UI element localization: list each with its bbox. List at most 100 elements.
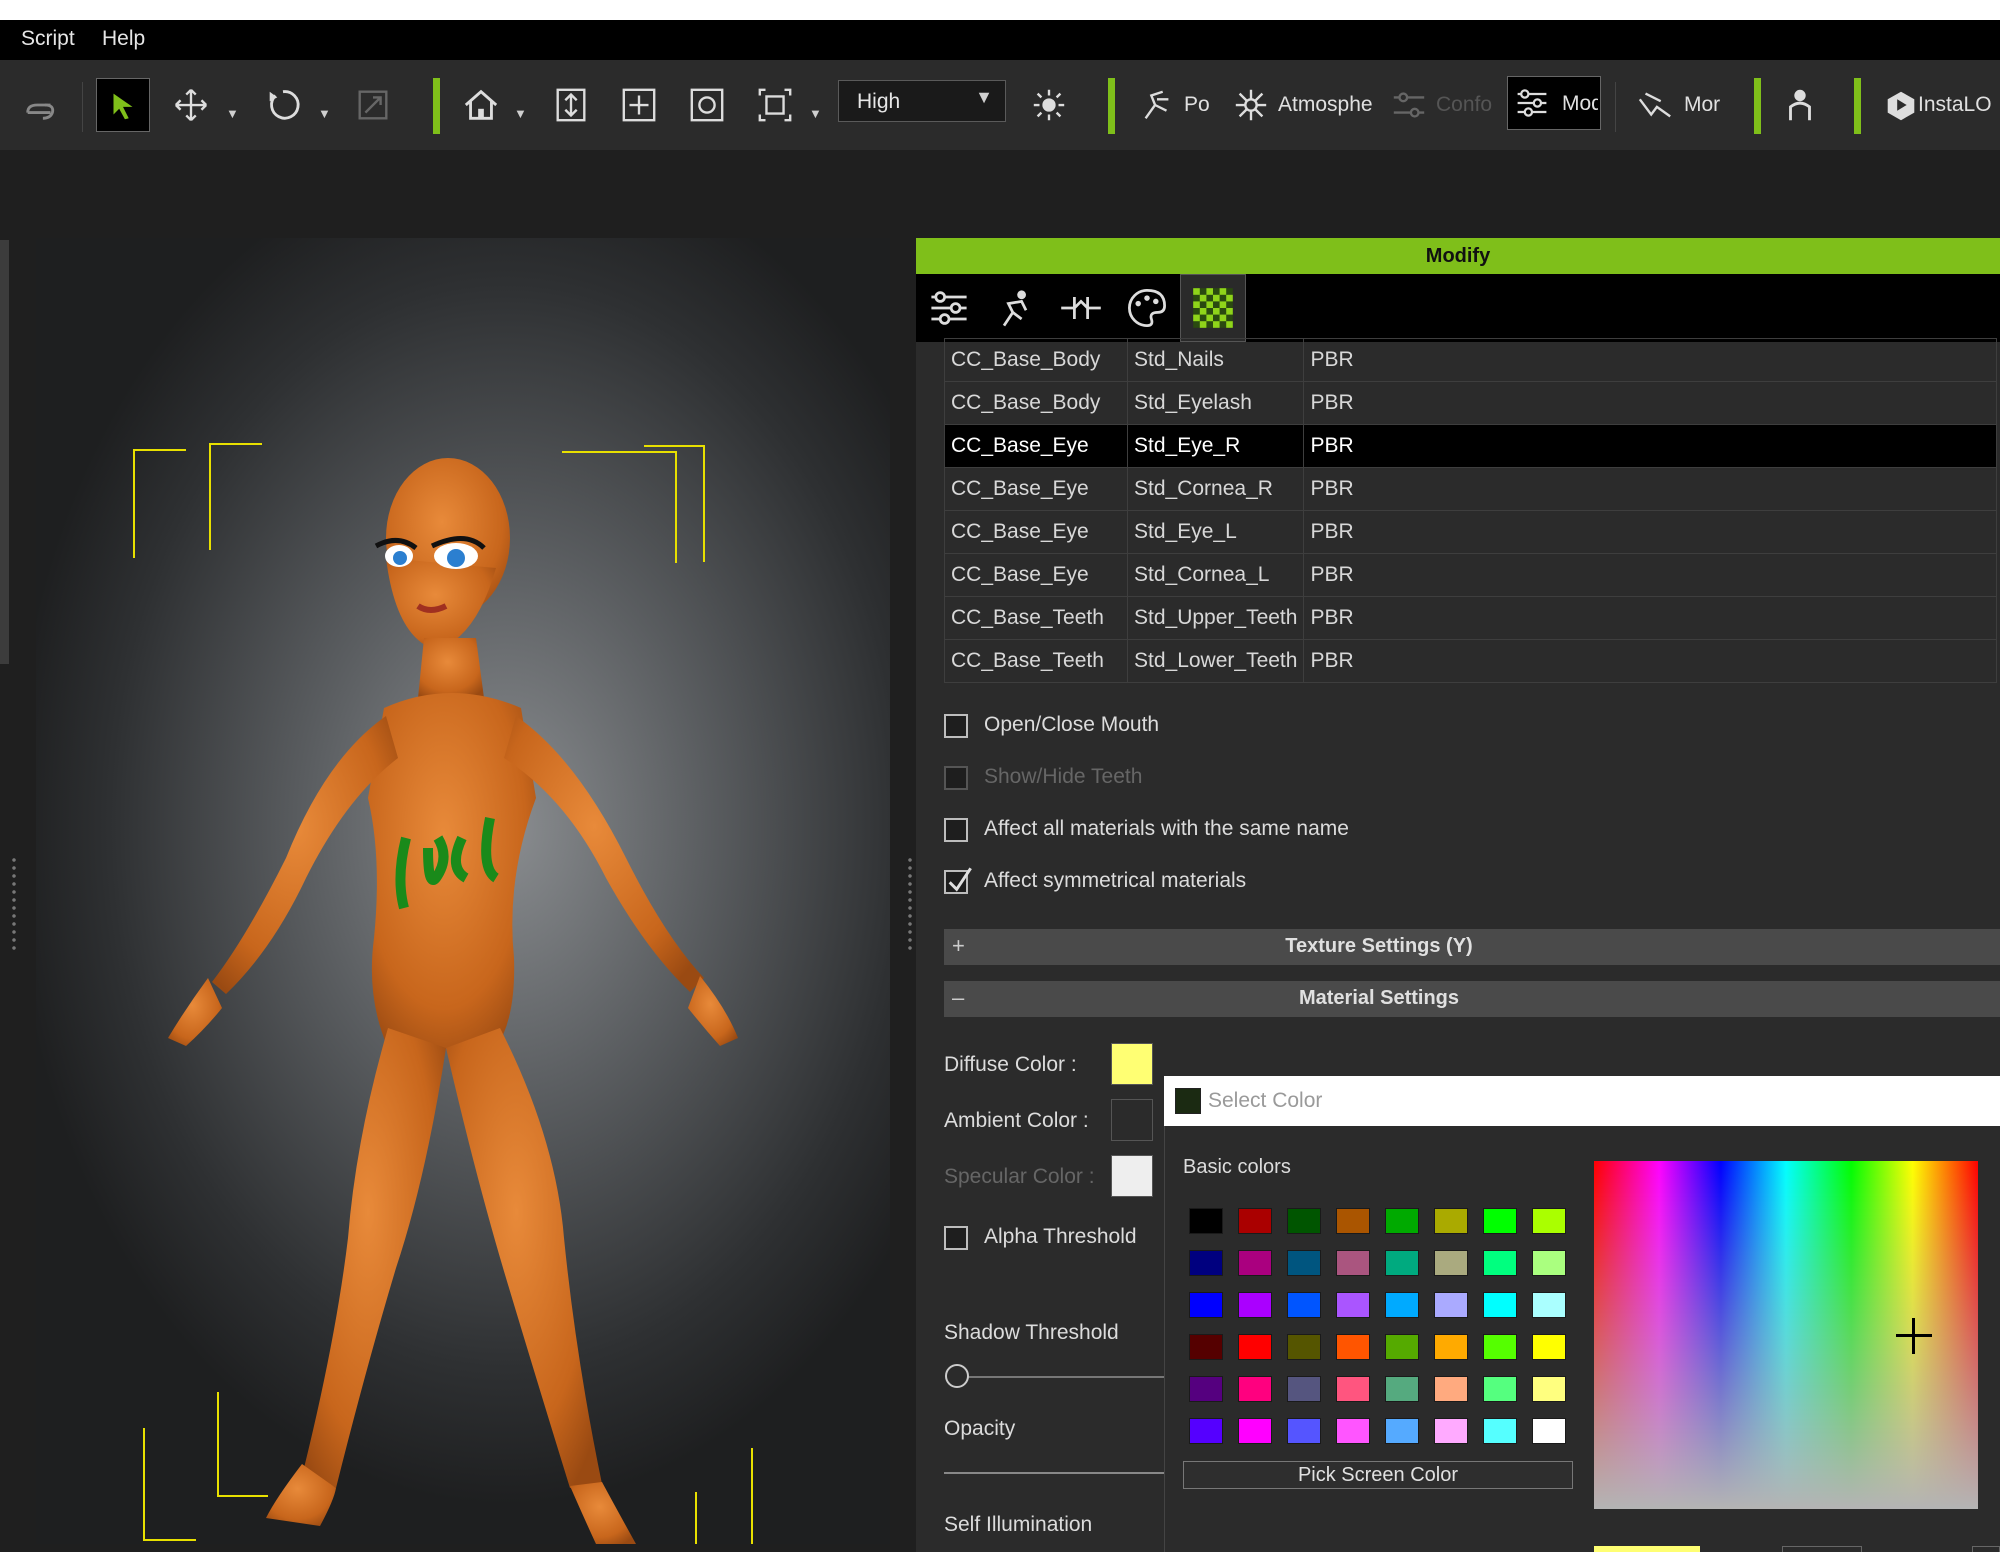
basic-color-swatch[interactable] [1336, 1376, 1370, 1402]
basic-color-swatch[interactable] [1385, 1292, 1419, 1318]
character-icon[interactable] [1777, 82, 1823, 128]
basic-color-swatch[interactable] [1434, 1376, 1468, 1402]
table-row[interactable]: CC_Base_Body Std_Eyelash PBR [944, 381, 1998, 425]
basic-color-swatch[interactable] [1189, 1334, 1223, 1360]
basic-color-swatch[interactable] [1483, 1376, 1517, 1402]
basic-color-swatch[interactable] [1434, 1250, 1468, 1276]
basic-color-swatch[interactable] [1336, 1418, 1370, 1444]
instalod-label[interactable]: InstaLO [1918, 93, 2000, 117]
tab-motion[interactable] [982, 274, 1048, 342]
light-icon[interactable] [1026, 82, 1072, 128]
basic-color-swatch[interactable] [1483, 1418, 1517, 1444]
basic-color-swatch[interactable] [1434, 1208, 1468, 1234]
basic-color-swatch[interactable] [1238, 1208, 1272, 1234]
basic-color-swatch[interactable] [1238, 1376, 1272, 1402]
tab-appearance[interactable] [1114, 274, 1180, 342]
basic-color-swatch[interactable] [1189, 1208, 1223, 1234]
basic-color-swatch[interactable] [1336, 1334, 1370, 1360]
basic-color-swatch[interactable] [1189, 1250, 1223, 1276]
pose-icon[interactable] [1134, 82, 1180, 128]
basic-color-swatch[interactable] [1385, 1250, 1419, 1276]
basic-color-swatch[interactable] [1336, 1250, 1370, 1276]
hue-field[interactable] [1782, 1546, 1862, 1552]
select-color-titlebar[interactable]: Select Color [1164, 1076, 2000, 1126]
basic-color-swatch[interactable] [1287, 1250, 1321, 1276]
redo-icon[interactable] [18, 82, 64, 128]
atmosphere-icon[interactable] [1228, 82, 1274, 128]
viewport-splitter-left[interactable] [12, 856, 16, 952]
menu-script[interactable]: Script [21, 27, 75, 51]
diffuse-color-swatch[interactable] [1111, 1043, 1153, 1085]
basic-color-swatch[interactable] [1532, 1250, 1566, 1276]
3d-viewport[interactable] [36, 238, 890, 1544]
basic-color-swatch[interactable] [1238, 1418, 1272, 1444]
tab-material[interactable] [1180, 274, 1246, 342]
basic-color-swatch[interactable] [1287, 1208, 1321, 1234]
material-settings-section[interactable]: – Material Settings [944, 981, 2000, 1017]
basic-color-swatch[interactable] [1287, 1334, 1321, 1360]
atmosphere-label[interactable]: Atmosphe [1278, 93, 1373, 117]
ambient-color-swatch[interactable] [1111, 1099, 1153, 1141]
basic-color-swatch[interactable] [1483, 1292, 1517, 1318]
basic-color-swatch[interactable] [1189, 1418, 1223, 1444]
basic-color-swatch[interactable] [1189, 1376, 1223, 1402]
basic-color-swatch[interactable] [1532, 1208, 1566, 1234]
home-view-icon[interactable] [458, 82, 504, 128]
tab-attributes[interactable] [916, 274, 982, 342]
rotate-tool-icon[interactable] [260, 82, 306, 128]
affect-symmetrical-checkbox[interactable] [944, 867, 972, 894]
menu-help[interactable]: Help [102, 27, 145, 51]
show-hide-teeth-checkbox[interactable] [944, 766, 968, 790]
basic-color-swatch[interactable] [1434, 1292, 1468, 1318]
basic-color-swatch[interactable] [1385, 1334, 1419, 1360]
sat-field[interactable] [1972, 1546, 2000, 1552]
basic-color-swatch[interactable] [1189, 1292, 1223, 1318]
basic-color-swatch[interactable] [1483, 1334, 1517, 1360]
table-row[interactable]: CC_Base_Eye Std_Cornea_R PBR [944, 467, 1998, 511]
basic-color-swatch[interactable] [1287, 1418, 1321, 1444]
basic-color-swatch[interactable] [1238, 1334, 1272, 1360]
basic-color-swatch[interactable] [1385, 1208, 1419, 1234]
basic-color-swatch[interactable] [1532, 1334, 1566, 1360]
motion-label[interactable]: Mor [1684, 93, 1720, 117]
basic-color-swatch[interactable] [1336, 1208, 1370, 1234]
left-panel-edge[interactable] [0, 240, 9, 664]
table-row[interactable]: CC_Base_Eye Std_Cornea_L PBR [944, 553, 1998, 597]
modify-toggle-button[interactable]: Mod [1507, 76, 1601, 130]
motion-icon[interactable] [1632, 82, 1678, 128]
basic-color-swatch[interactable] [1336, 1292, 1370, 1318]
basic-color-swatch[interactable] [1238, 1250, 1272, 1276]
basic-color-swatch[interactable] [1287, 1292, 1321, 1318]
fit-all-icon[interactable] [616, 82, 662, 128]
basic-color-swatch[interactable] [1483, 1208, 1517, 1234]
basic-color-swatch[interactable] [1434, 1334, 1468, 1360]
table-row[interactable]: CC_Base_Teeth Std_Lower_Teeth PBR [944, 639, 1998, 683]
basic-color-swatch[interactable] [1532, 1292, 1566, 1318]
affect-same-name-checkbox[interactable] [944, 818, 968, 842]
scale-tool-icon[interactable] [350, 82, 396, 128]
basic-color-swatch[interactable] [1385, 1418, 1419, 1444]
frame-selection-icon[interactable] [752, 82, 798, 128]
orbit-view-icon[interactable] [684, 82, 730, 128]
move-tool-icon[interactable] [168, 82, 214, 128]
basic-color-swatch[interactable] [1434, 1418, 1468, 1444]
render-quality-select[interactable]: High ▼ [838, 80, 1006, 122]
open-close-mouth-checkbox[interactable] [944, 714, 968, 738]
basic-color-swatch[interactable] [1287, 1376, 1321, 1402]
opacity-slider-track[interactable] [944, 1472, 1164, 1474]
pick-screen-color-button[interactable]: Pick Screen Color [1183, 1461, 1573, 1489]
shadow-threshold-slider-track[interactable] [958, 1376, 1164, 1378]
shadow-threshold-slider-handle[interactable] [945, 1364, 969, 1388]
basic-color-swatch[interactable] [1532, 1376, 1566, 1402]
table-row[interactable]: CC_Base_Eye Std_Eye_R PBR [944, 424, 1998, 468]
viewport-splitter-right[interactable] [908, 856, 912, 952]
texture-settings-section[interactable]: + Texture Settings (Y) [944, 929, 2000, 965]
basic-color-swatch[interactable] [1483, 1250, 1517, 1276]
basic-color-swatch[interactable] [1532, 1418, 1566, 1444]
tab-morph[interactable] [1048, 274, 1114, 342]
specular-color-swatch[interactable] [1111, 1155, 1153, 1197]
table-row[interactable]: CC_Base_Body Std_Nails PBR [944, 338, 1998, 382]
table-row[interactable]: CC_Base_Eye Std_Eye_L PBR [944, 510, 1998, 554]
basic-color-swatch[interactable] [1385, 1376, 1419, 1402]
table-row[interactable]: CC_Base_Teeth Std_Upper_Teeth PBR [944, 596, 1998, 640]
